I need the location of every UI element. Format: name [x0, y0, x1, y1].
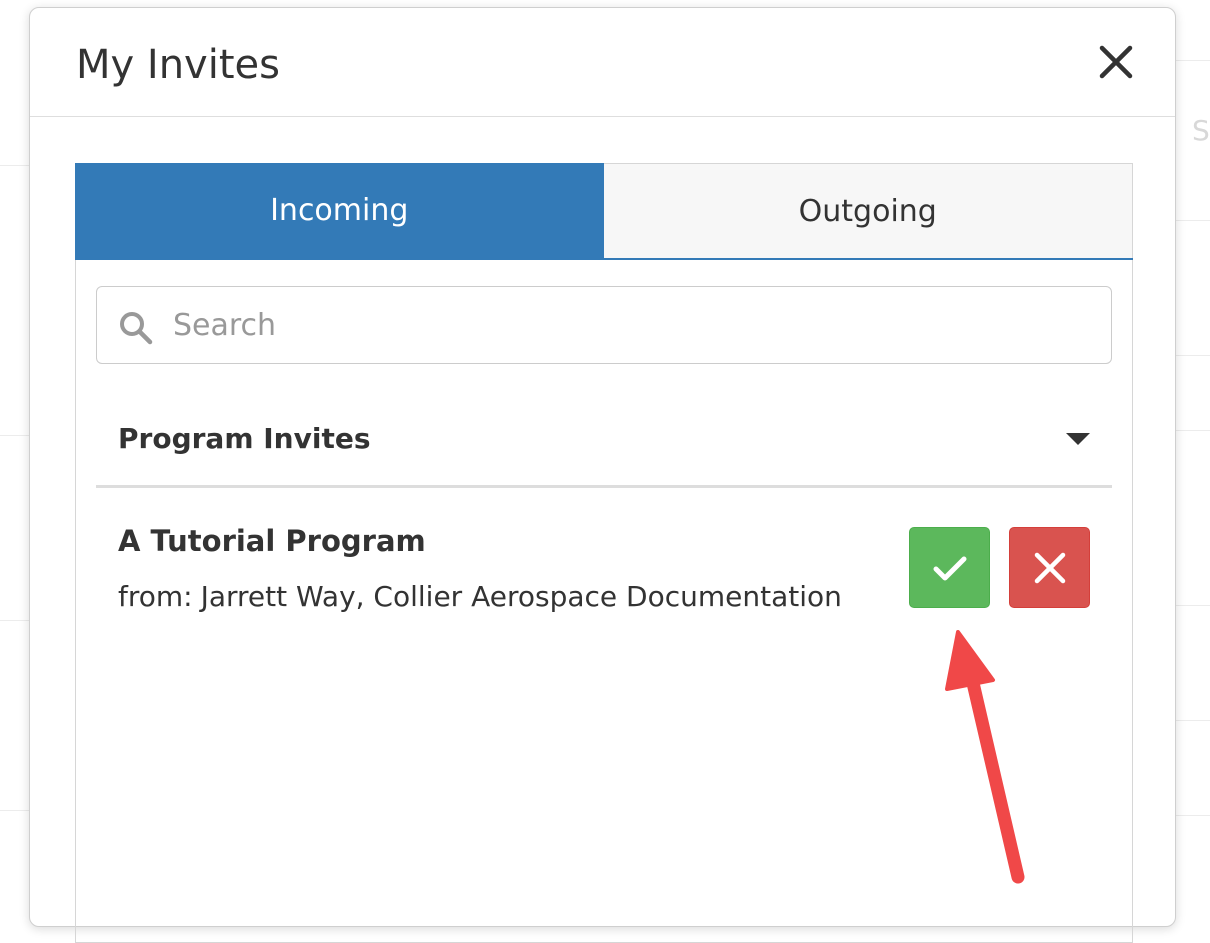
background-divider	[0, 435, 29, 436]
caret-down-icon	[1066, 433, 1090, 445]
tab-bar: Incoming Outgoing	[75, 163, 1133, 260]
invite-sender: from: Jarrett Way, Collier Aerospace Docu…	[118, 580, 842, 613]
invite-from-value: Jarrett Way, Collier Aerospace Documenta…	[200, 580, 842, 613]
background-divider	[0, 165, 29, 166]
search-box	[96, 286, 1112, 364]
check-icon	[933, 556, 966, 580]
search-icon	[120, 312, 153, 345]
background-divider	[1176, 220, 1210, 221]
section-title: Program Invites	[118, 422, 371, 455]
close-button[interactable]	[1094, 40, 1138, 84]
invite-program-name: A Tutorial Program	[118, 524, 426, 558]
background-divider	[0, 620, 29, 621]
background-divider	[1176, 815, 1210, 816]
program-invites-section-header[interactable]: Program Invites	[96, 392, 1112, 488]
decline-invite-button[interactable]	[1009, 527, 1090, 608]
close-icon	[1099, 45, 1133, 79]
invites-tab-panel: Incoming Outgoing Program Invites A Tuto…	[75, 163, 1133, 943]
tab-outgoing[interactable]: Outgoing	[603, 163, 1133, 258]
background-divider	[1176, 720, 1210, 721]
list-item: A Tutorial Program from: Jarrett Way, Col…	[96, 488, 1112, 628]
tab-incoming[interactable]: Incoming	[75, 163, 604, 258]
search-input[interactable]	[173, 297, 1093, 353]
background-divider	[0, 810, 29, 811]
background-divider	[1176, 60, 1210, 61]
invites-modal: My Invites Incoming Outgoing Program Inv…	[29, 7, 1176, 943]
background-partial-text: S	[1192, 114, 1210, 147]
background-divider	[1176, 355, 1210, 356]
modal-title: My Invites	[76, 42, 280, 88]
modal-header: My Invites	[30, 8, 1175, 117]
background-divider	[1176, 430, 1210, 431]
invite-from-label: from:	[118, 580, 193, 613]
accept-invite-button[interactable]	[909, 527, 990, 608]
x-icon	[1034, 552, 1065, 583]
background-divider	[1176, 605, 1210, 606]
